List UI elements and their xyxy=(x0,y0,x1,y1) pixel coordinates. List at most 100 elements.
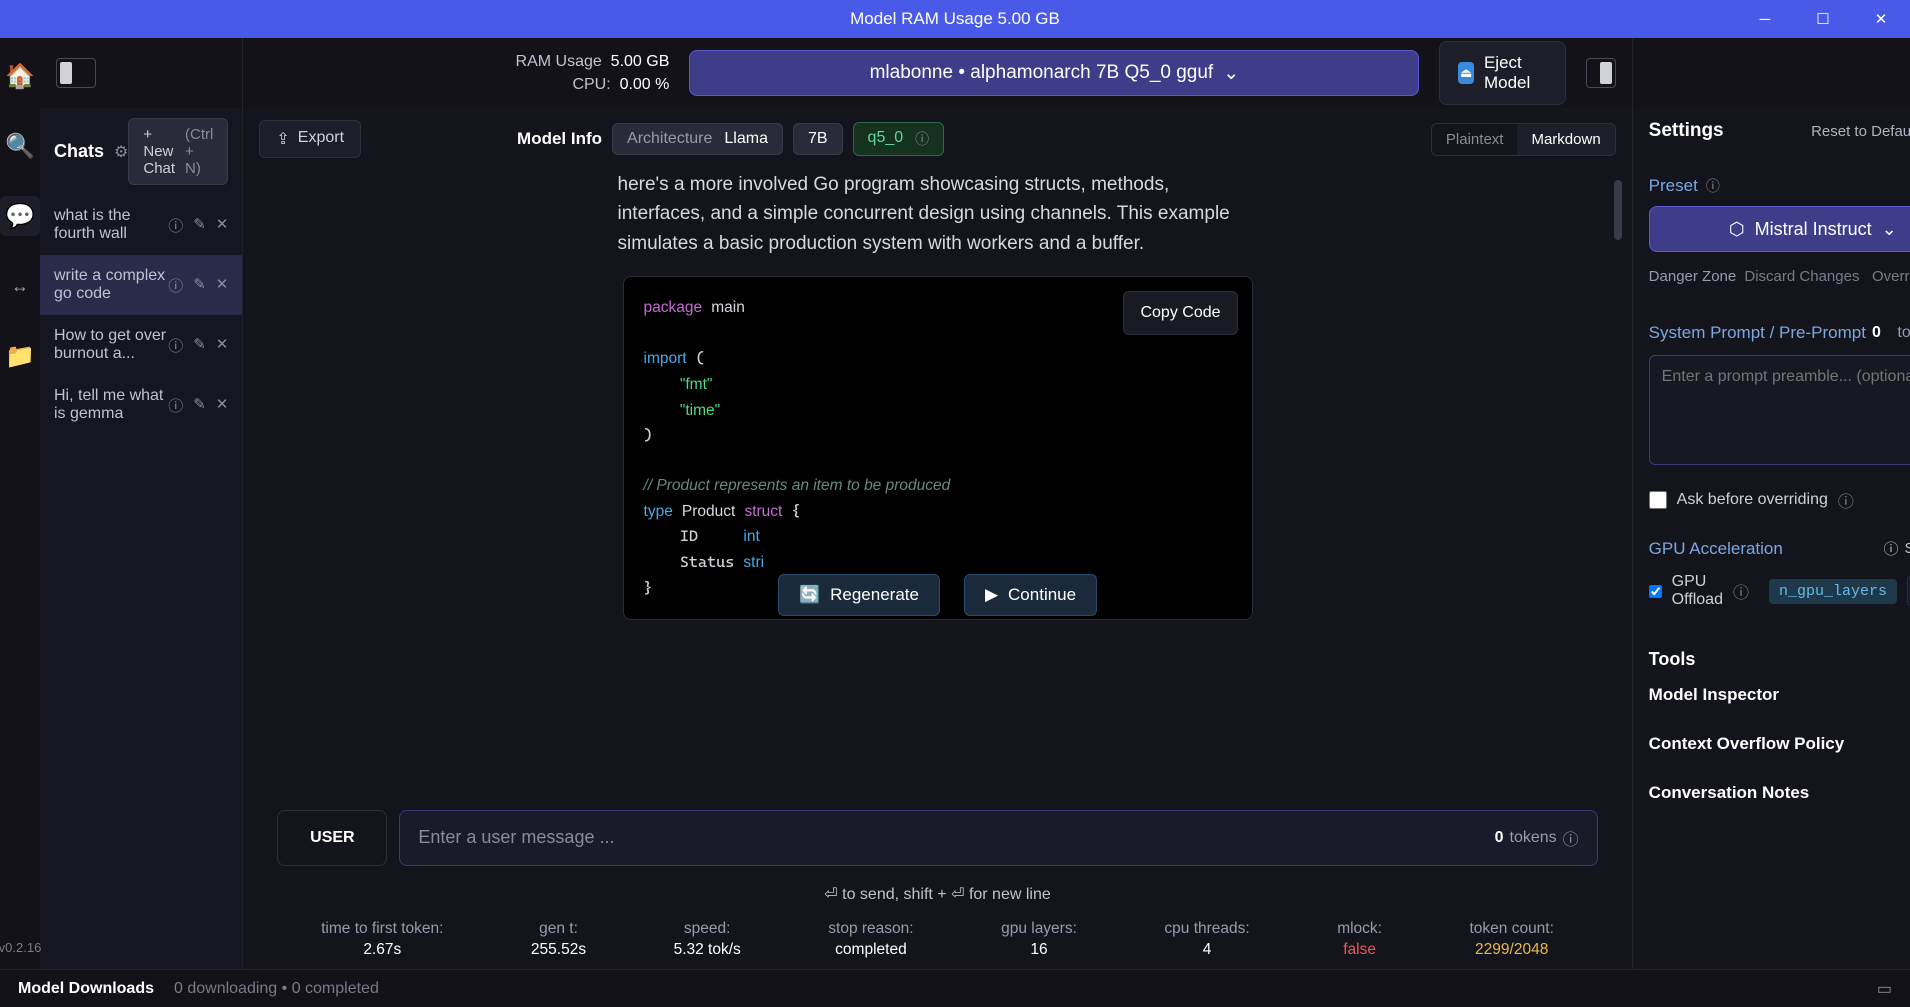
expand-icon[interactable]: ↔ xyxy=(0,266,40,306)
info-icon[interactable]: ⓘ xyxy=(1838,488,1854,512)
override-preset-button[interactable]: Override Preset xyxy=(1872,268,1910,285)
model-name: mlabonne • alphamonarch 7B Q5_0 gguf xyxy=(870,62,1214,84)
info-icon[interactable]: ⓘ xyxy=(1733,579,1749,603)
preset-selector[interactable]: ⬡ Mistral Instruct ⌄ xyxy=(1649,206,1910,252)
info-icon[interactable]: ⓘ xyxy=(1563,826,1579,850)
maximize-button[interactable]: ☐ xyxy=(1794,0,1852,38)
info-icon[interactable]: ⓘ xyxy=(915,129,929,149)
chat-item-title: How to get over burnout a... xyxy=(54,327,168,363)
edit-icon[interactable]: ✎ xyxy=(193,395,206,416)
resource-meter: RAM Usage 5.00 GB CPU: 0.00 % xyxy=(479,50,669,96)
export-button[interactable]: ⇪ Export xyxy=(259,120,361,158)
tool-context-overflow[interactable]: Context Overflow Policy› xyxy=(1649,719,1910,768)
chats-title: Chats xyxy=(54,141,104,162)
window-controls: ─ ☐ ✕ xyxy=(1736,0,1910,38)
chats-sidebar: Chats ⚙ + New Chat (Ctrl + N) what is th… xyxy=(40,38,243,969)
chat-item[interactable]: what is the fourth wall ⓘ ✎ ✕ xyxy=(40,195,242,255)
token-label: tokens xyxy=(1510,829,1557,847)
preset-icon: ⬡ xyxy=(1729,219,1745,240)
chat-icon[interactable]: 💬 xyxy=(0,196,40,236)
info-icon[interactable]: ⓘ xyxy=(168,275,183,296)
close-icon[interactable]: ✕ xyxy=(216,215,229,236)
chevron-down-icon: ⌄ xyxy=(1223,62,1239,85)
minimize-button[interactable]: ─ xyxy=(1736,0,1794,38)
version-label: v0.2.16 xyxy=(0,940,41,955)
chat-item[interactable]: write a complex go code ⓘ ✎ ✕ xyxy=(40,255,242,315)
downloads-label[interactable]: Model Downloads xyxy=(18,980,154,998)
reset-defaults-button[interactable]: Reset to Default Settings xyxy=(1811,123,1910,140)
eject-model-button[interactable]: ⏏ Eject Model xyxy=(1439,41,1565,105)
edit-icon[interactable]: ✎ xyxy=(193,335,206,356)
danger-zone-label: Danger Zone xyxy=(1649,268,1737,285)
home-icon[interactable]: 🏠 xyxy=(0,56,40,96)
new-chat-shortcut: (Ctrl + N) xyxy=(185,126,213,177)
scrollbar[interactable] xyxy=(1614,180,1622,240)
bottom-panel-toggle-icon[interactable]: ▭ xyxy=(1877,979,1892,999)
gpu-acceleration-label: GPU Acceleration xyxy=(1649,539,1783,559)
model-info-label: Model Info xyxy=(517,129,602,149)
edit-icon[interactable]: ✎ xyxy=(193,215,206,236)
tools-heading: Tools xyxy=(1649,649,1910,670)
chevron-down-icon: ⌄ xyxy=(1882,219,1897,240)
chat-item-title: write a complex go code xyxy=(54,267,168,303)
cpu-value: 0.00 % xyxy=(620,76,670,93)
info-icon[interactable]: ⓘ xyxy=(168,395,183,416)
sysprompt-token-count: 0 xyxy=(1872,324,1881,342)
eject-label: Eject Model xyxy=(1484,53,1547,93)
message-input[interactable] xyxy=(418,827,1494,848)
close-icon[interactable]: ✕ xyxy=(216,335,229,356)
chat-item-title: what is the fourth wall xyxy=(54,207,168,243)
refresh-icon: 🔄 xyxy=(799,585,820,605)
markdown-tab[interactable]: Markdown xyxy=(1517,124,1614,155)
titlebar: Model RAM Usage 5.00 GB ─ ☐ ✕ xyxy=(0,0,1910,38)
info-icon: ⓘ xyxy=(1883,538,1898,559)
sidebar-toggle[interactable] xyxy=(56,58,96,88)
info-icon[interactable]: ⓘ xyxy=(168,215,183,236)
settings-panel: Settings Reset to Default Settings Prese… xyxy=(1632,38,1910,969)
preset-value: Mistral Instruct xyxy=(1755,219,1872,240)
architecture-chip: ArchitectureLlama xyxy=(612,123,783,155)
downloads-status: 0 downloading • 0 completed xyxy=(174,980,379,998)
render-mode-segment: Plaintext Markdown xyxy=(1431,123,1616,156)
close-button[interactable]: ✕ xyxy=(1852,0,1910,38)
gear-icon[interactable]: ⚙ xyxy=(114,142,128,162)
generation-stats: time to first token:2.67s gen t:255.52s … xyxy=(243,912,1631,969)
tool-conversation-notes[interactable]: Conversation Notes› xyxy=(1649,768,1910,817)
info-icon[interactable]: ⓘ xyxy=(168,335,183,356)
eject-icon: ⏏ xyxy=(1458,62,1474,84)
edit-icon[interactable]: ✎ xyxy=(193,275,206,296)
gpu-offload-checkbox[interactable] xyxy=(1649,585,1662,598)
chat-item[interactable]: How to get over burnout a... ⓘ ✎ ✕ xyxy=(40,315,242,375)
model-selector[interactable]: mlabonne • alphamonarch 7B Q5_0 gguf ⌄ xyxy=(689,50,1419,96)
regenerate-button[interactable]: 🔄Regenerate xyxy=(778,574,940,616)
discard-changes-button[interactable]: Discard Changes xyxy=(1744,268,1859,285)
quant-chip: q5_0ⓘ xyxy=(853,122,945,156)
gpu-offload-label: GPU Offload xyxy=(1672,573,1723,609)
ram-value: 5.00 GB xyxy=(611,53,670,70)
info-icon[interactable]: ⓘ xyxy=(1706,176,1720,196)
tool-model-inspector[interactable]: Model Inspector› xyxy=(1649,670,1910,719)
show-help-button[interactable]: ⓘShow Help xyxy=(1883,538,1910,559)
input-hint: ⏎ to send, shift + ⏎ for new line xyxy=(243,876,1631,912)
message-input-wrap: 0tokensⓘ xyxy=(399,810,1597,866)
role-badge[interactable]: USER xyxy=(277,810,387,866)
play-icon: ▶ xyxy=(985,585,998,605)
close-icon[interactable]: ✕ xyxy=(216,395,229,416)
folder-icon[interactable]: 📁 xyxy=(0,336,40,376)
chat-item[interactable]: Hi, tell me what is gemma ⓘ✎✕ xyxy=(40,375,242,435)
new-chat-button[interactable]: + New Chat (Ctrl + N) xyxy=(128,118,228,185)
continue-button[interactable]: ▶Continue xyxy=(964,574,1097,616)
system-prompt-input[interactable] xyxy=(1649,355,1910,465)
system-prompt-label: System Prompt / Pre-Prompt xyxy=(1649,323,1866,343)
export-label: Export xyxy=(298,129,344,149)
search-icon[interactable]: 🔍 xyxy=(0,126,40,166)
close-icon[interactable]: ✕ xyxy=(216,275,229,296)
settings-panel-toggle[interactable] xyxy=(1586,58,1616,88)
left-rail: 🏠 🔍 💬 ↔ 📁 v0.2.16 xyxy=(0,38,40,969)
plaintext-tab[interactable]: Plaintext xyxy=(1432,124,1518,155)
copy-code-button[interactable]: Copy Code xyxy=(1123,291,1237,335)
ask-before-override-checkbox[interactable] xyxy=(1649,491,1667,509)
code-block: Copy Code package main import ( "fmt" "t… xyxy=(623,276,1253,620)
assistant-message: here's a more involved Go program showca… xyxy=(618,170,1258,258)
titlebar-text: Model RAM Usage 5.00 GB xyxy=(850,9,1060,29)
